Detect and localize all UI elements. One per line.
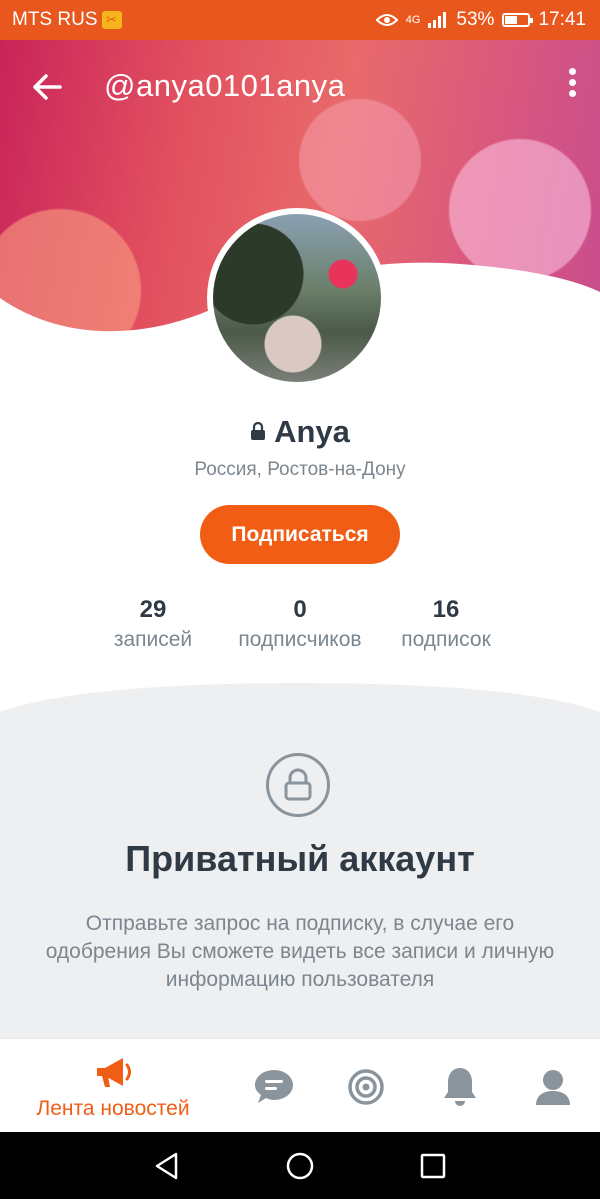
more-vertical-icon[interactable] <box>566 68 578 104</box>
nav-messages[interactable] <box>244 1039 304 1133</box>
sim-card-icon: ✂ <box>101 11 122 29</box>
stat-following-label: подписок <box>401 628 491 651</box>
status-left: MTS RUS ✂ <box>12 9 122 31</box>
stat-posts-count: 29 <box>139 596 167 623</box>
bell-icon <box>444 1068 476 1106</box>
subscribe-button[interactable]: Подписаться <box>200 505 400 564</box>
stat-following-count: 16 <box>432 596 460 623</box>
battery-icon <box>502 13 534 27</box>
lock-icon <box>251 421 266 440</box>
private-account-description: Отправьте запрос на подписку, в случае е… <box>45 912 555 991</box>
profile-username: @anya0101anya <box>104 68 346 103</box>
target-icon <box>348 1069 384 1105</box>
stat-followers[interactable]: 0 подписчиков <box>220 596 380 652</box>
home-circle-icon[interactable] <box>285 1151 315 1181</box>
private-lock-icon <box>266 753 330 817</box>
top-bar: @anya0101anya <box>0 40 600 130</box>
nav-profile[interactable] <box>523 1039 583 1133</box>
nav-notifications[interactable] <box>430 1039 490 1133</box>
panel-curve <box>0 680 600 712</box>
profile-name-row: Anya <box>0 414 600 450</box>
stat-followers-label: подписчиков <box>238 628 362 651</box>
battery-level <box>505 16 518 24</box>
avatar-photo <box>213 214 381 382</box>
chat-icon <box>255 1070 293 1103</box>
battery-percent: 53% <box>456 9 495 30</box>
bottom-navigation: Лента новостей <box>0 1038 600 1133</box>
carrier-name: MTS RUS <box>12 9 98 30</box>
status-right: 4G 53% 17:41 <box>375 9 586 31</box>
stat-posts-label: записей <box>113 628 193 651</box>
avatar[interactable] <box>207 208 387 388</box>
eye-icon <box>375 14 398 26</box>
network-type: 4G <box>405 14 421 26</box>
back-triangle-icon[interactable] <box>152 1151 182 1181</box>
nav-discover[interactable] <box>336 1039 396 1133</box>
profile-name: Anya <box>274 414 350 449</box>
stat-posts[interactable]: 29 записей <box>103 596 203 652</box>
arrow-left-icon[interactable] <box>28 68 66 106</box>
profile-location: Россия, Ростов-на-Дону <box>194 459 406 480</box>
status-bar: MTS RUS ✂ 4G 53% 17:41 <box>0 0 600 40</box>
private-account-title: Приватный аккаунт <box>125 838 475 879</box>
stat-followers-count: 0 <box>293 596 307 623</box>
stat-following[interactable]: 16 подписок <box>386 596 506 652</box>
nav-feed[interactable]: Лента новостей <box>20 1039 206 1133</box>
system-navigation-bar <box>0 1132 600 1199</box>
clock: 17:41 <box>538 9 586 30</box>
user-icon <box>536 1070 570 1105</box>
signal-icon <box>428 12 447 28</box>
nav-feed-label: Лента новостей <box>36 1097 190 1120</box>
recents-square-icon[interactable] <box>419 1152 447 1180</box>
megaphone-icon <box>97 1058 131 1087</box>
